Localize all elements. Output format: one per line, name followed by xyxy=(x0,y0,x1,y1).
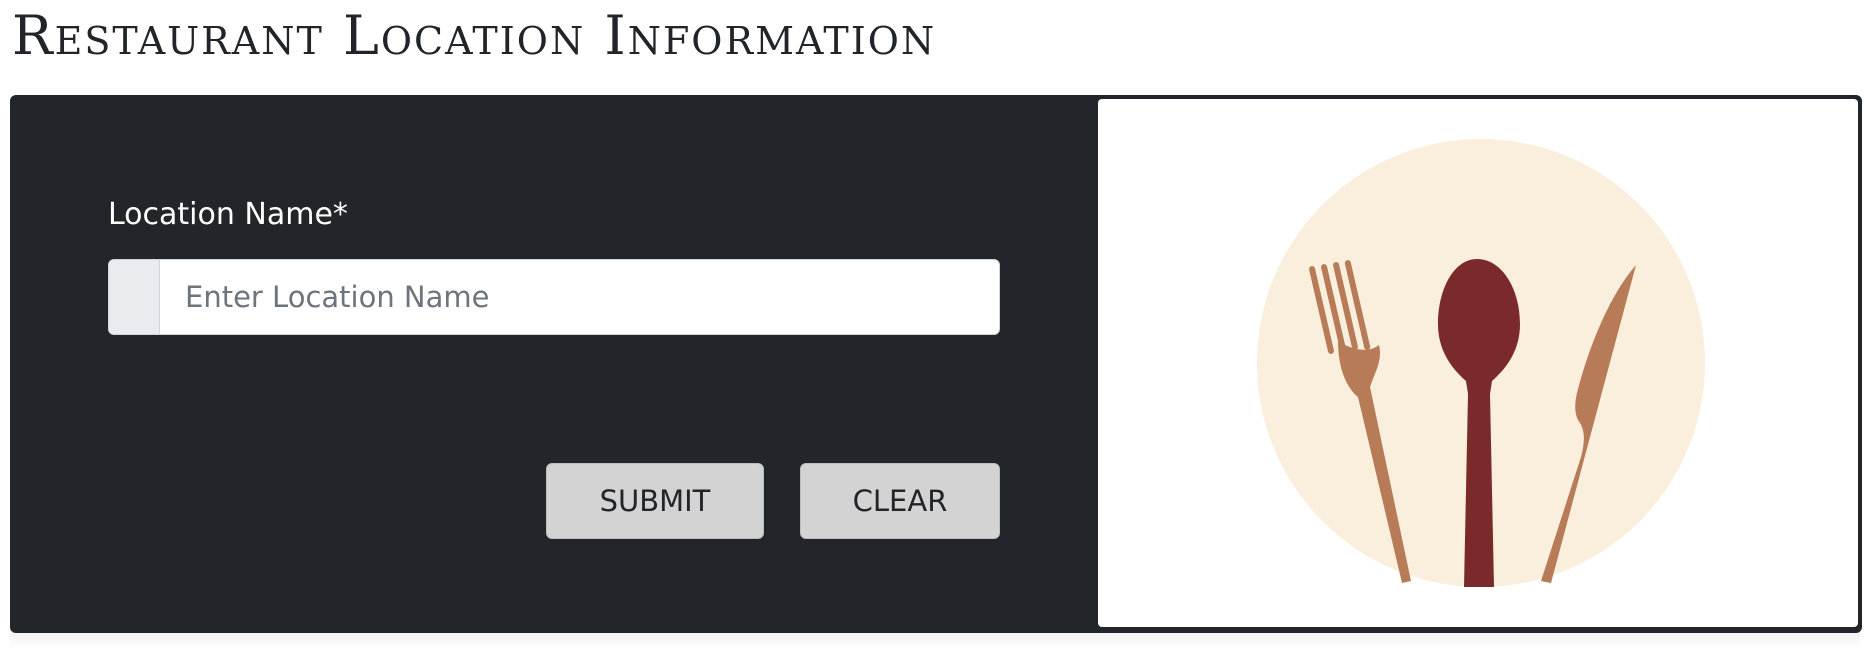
illustration-panel xyxy=(1098,99,1858,627)
location-form-card: Location Name* SUBMIT CLEAR xyxy=(10,95,1862,633)
form-panel: Location Name* SUBMIT CLEAR xyxy=(12,97,1098,631)
location-name-input-group xyxy=(108,259,1000,335)
submit-button[interactable]: SUBMIT xyxy=(546,463,764,539)
page-title: Restaurant Location Information xyxy=(12,4,937,67)
clear-button[interactable]: CLEAR xyxy=(800,463,1000,539)
cutlery-icon xyxy=(1257,139,1705,587)
input-prefix-addon xyxy=(109,260,160,334)
location-name-label: Location Name* xyxy=(108,197,348,232)
location-name-input[interactable] xyxy=(160,260,999,334)
